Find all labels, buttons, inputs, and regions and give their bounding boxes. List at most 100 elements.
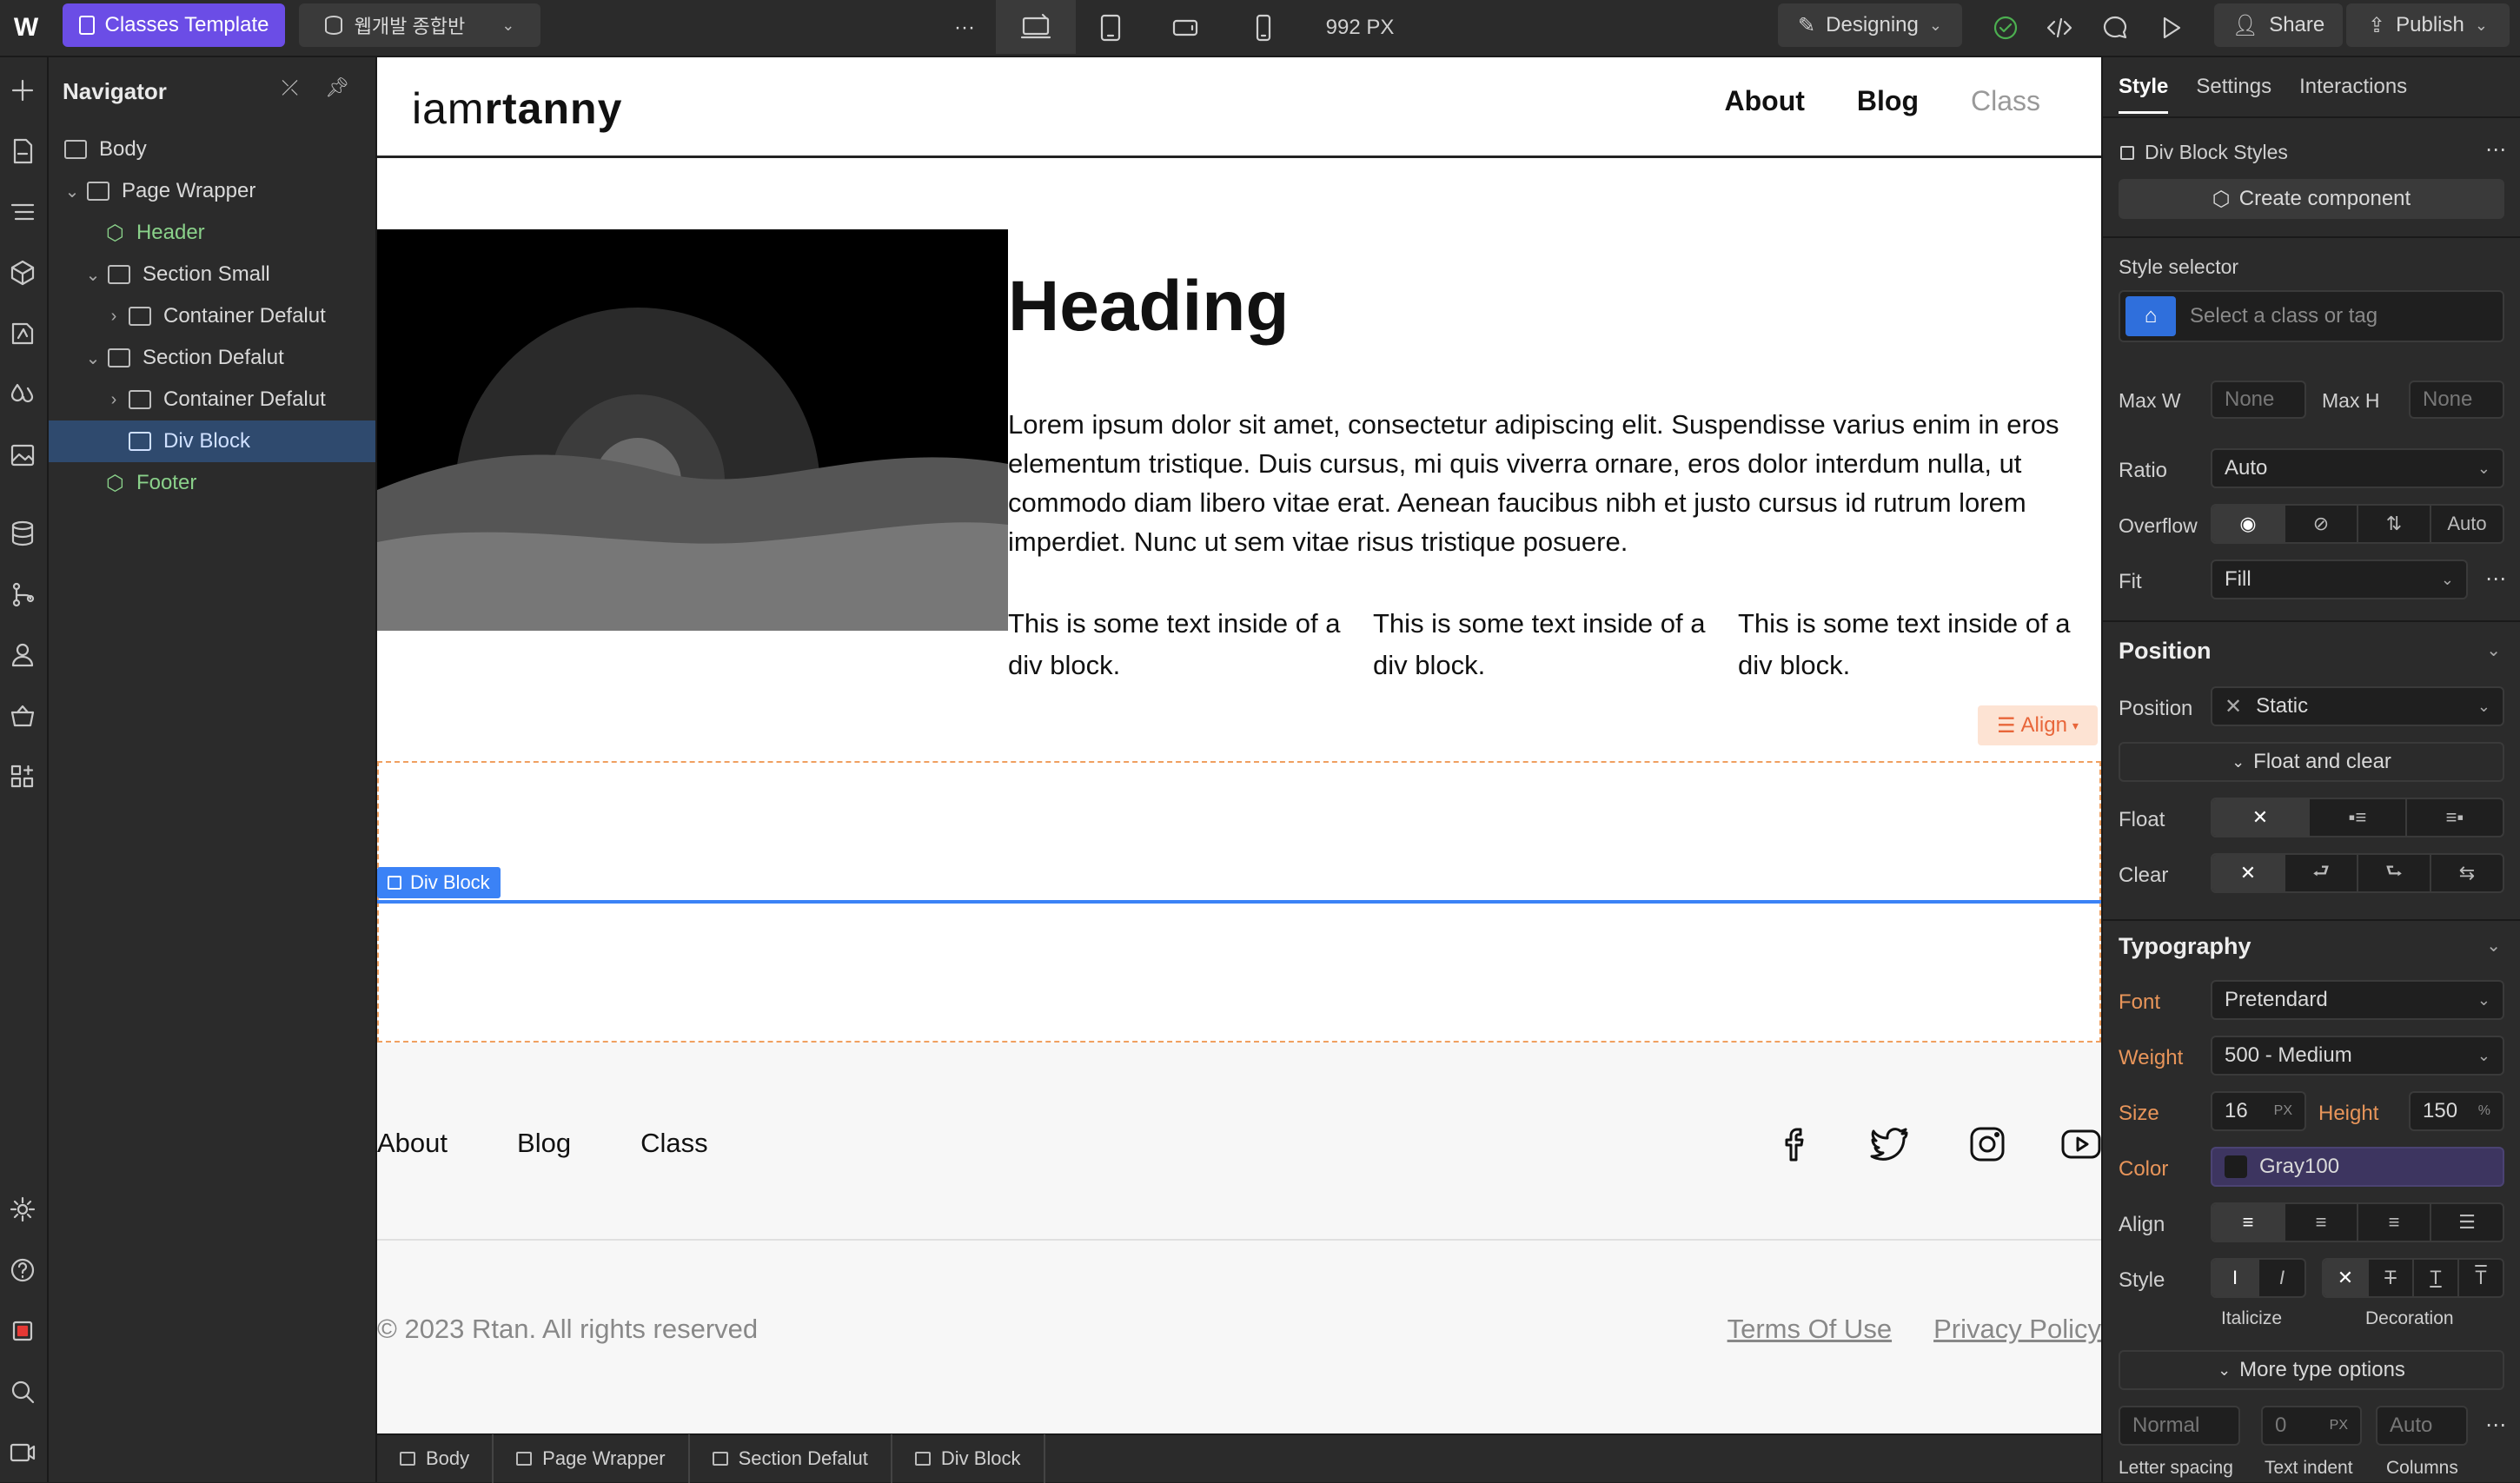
components-icon[interactable] [3,254,42,292]
chevron-down-icon[interactable]: ⌄ [2486,935,2501,957]
site-logo[interactable]: iamrtanny [412,83,622,134]
youtube-icon[interactable] [2059,1122,2101,1166]
position-section-title[interactable]: Position [2119,638,2212,665]
align-right-icon[interactable]: ≡ [2358,1204,2431,1241]
max-h-input[interactable]: None [2409,381,2504,419]
more-options-icon[interactable]: ⋯ [2485,1413,2506,1438]
breadcrumb-div-block[interactable]: Div Block [892,1434,1045,1483]
breadcrumb-page-wrapper[interactable]: Page Wrapper [494,1434,690,1483]
strikethrough-icon[interactable]: T [2369,1260,2414,1296]
desktop-breakpoint-icon[interactable] [996,0,1076,54]
footer-link-class[interactable]: Class [640,1128,708,1159]
typography-section-title[interactable]: Typography [2119,933,2251,960]
audit-stop-icon[interactable] [3,1312,42,1350]
nav-link-blog[interactable]: Blog [1857,85,1919,117]
settings-gear-icon[interactable] [3,1190,42,1228]
styles-icon[interactable] [3,314,42,353]
line-height-input[interactable]: 150% [2409,1091,2504,1131]
video-tutorial-icon[interactable] [3,1433,42,1472]
footer-link-about[interactable]: About [377,1128,448,1159]
tab-settings[interactable]: Settings [2196,75,2271,114]
nav-item-footer[interactable]: ⬡ Footer [49,462,375,504]
align-justify-icon[interactable]: ☰ [2431,1204,2503,1241]
comment-icon[interactable] [2096,10,2134,45]
twitter-icon[interactable] [1868,1122,1912,1166]
style-selector-input[interactable]: ⌂ Select a class or tag [2119,290,2504,342]
overline-icon[interactable]: T [2459,1260,2503,1296]
tab-style[interactable]: Style [2119,75,2169,114]
ratio-select[interactable]: Auto ⌄ [2211,448,2504,488]
close-icon[interactable]: ⤫ [282,76,298,101]
site-header[interactable]: iamrtanny About Blog Class [377,57,2101,158]
mode-select[interactable]: ✎ Designing ⌄ [1778,3,1962,47]
more-options-icon[interactable]: ⋯ [2485,566,2506,592]
footer-link-blog[interactable]: Blog [517,1128,571,1159]
nav-item-section-defalut[interactable]: ⌄ Section Defalut [49,337,375,379]
pin-icon[interactable]: 📌︎ [325,76,349,99]
nav-item-container-defalut[interactable]: › Container Defalut [49,295,375,337]
columns-input[interactable]: Auto [2376,1406,2468,1446]
chevron-down-icon[interactable]: ⌄ [2486,639,2501,661]
float-none-icon[interactable]: ✕ [2212,799,2310,836]
code-icon[interactable] [2040,10,2079,45]
letter-spacing-input[interactable]: Normal [2119,1406,2240,1446]
italic-on-icon[interactable]: I [2259,1260,2304,1296]
assets-icon[interactable] [3,436,42,474]
font-select[interactable]: Pretendard ⌄ [2211,980,2504,1020]
cms-icon[interactable] [3,514,42,553]
site-footer[interactable] [377,1043,2101,1433]
nav-item-section-small[interactable]: ⌄ Section Small [49,254,375,295]
terms-link[interactable]: Terms Of Use [1728,1314,1892,1345]
instagram-icon[interactable] [1966,1122,2009,1166]
nav-item-container-defalut-2[interactable]: › Container Defalut [49,379,375,420]
nav-item-page-wrapper[interactable]: ⌄ Page Wrapper [49,170,375,212]
overflow-auto-option[interactable]: Auto [2431,506,2503,542]
clear-both-icon[interactable]: ⇆ [2431,855,2503,891]
clear-right-icon[interactable]: ⮑ [2358,855,2431,891]
webflow-logo[interactable]: W [9,12,43,43]
project-select[interactable]: 웹개발 종합반 ⌄ [299,3,540,47]
max-w-input[interactable]: None [2211,381,2306,419]
more-options-icon[interactable]: ⋯ [2485,137,2506,162]
align-button[interactable]: ☰ Align ▾ [1978,705,2098,745]
privacy-link[interactable]: Privacy Policy [1933,1314,2101,1345]
facebook-icon[interactable] [1774,1122,1818,1166]
hero-heading[interactable]: Heading [1008,266,1289,348]
fit-select[interactable]: Fill ⌄ [2211,559,2468,599]
chevron-down-icon[interactable]: ⌄ [83,348,103,369]
navigator-icon[interactable] [3,193,42,231]
design-canvas[interactable]: iamrtanny About Blog Class Heading Lorem… [377,57,2101,1433]
hero-paragraph[interactable]: Lorem ipsum dolor sit amet, consectetur … [1008,405,2086,561]
add-elements-icon[interactable] [3,71,42,109]
users-icon[interactable] [3,636,42,674]
text-indent-input[interactable]: 0 PX [2261,1406,2362,1446]
chevron-down-icon[interactable]: ⌄ [83,264,103,286]
hero-image-placeholder[interactable] [377,229,1008,631]
nav-item-div-block[interactable]: Div Block [49,420,375,462]
float-clear-toggle[interactable]: ⌄ Float and clear [2119,742,2504,782]
selected-div-block[interactable] [377,900,2101,904]
nav-link-about[interactable]: About [1724,85,1804,117]
underline-icon[interactable]: T [2414,1260,2459,1296]
template-button[interactable]: Classes Template [63,3,285,47]
align-center-icon[interactable]: ≡ [2285,1204,2358,1241]
scroll-icon[interactable]: ⇅ [2358,506,2431,542]
ecommerce-icon[interactable] [3,697,42,735]
tab-interactions[interactable]: Interactions [2299,75,2407,114]
position-select[interactable]: ✕ Static ⌄ [2211,686,2504,726]
publish-button[interactable]: ⇪ Publish ⌄ [2346,3,2510,47]
clear-none-icon[interactable]: ✕ [2212,855,2285,891]
check-status-icon[interactable] [1986,10,2025,45]
align-left-icon[interactable]: ≡ [2212,1204,2285,1241]
mobile-landscape-icon[interactable] [1166,10,1204,45]
eye-hidden-icon[interactable]: ⊘ [2285,506,2358,542]
search-icon[interactable] [3,1373,42,1411]
mobile-portrait-icon[interactable] [1244,10,1283,45]
color-picker[interactable]: Gray100 [2211,1147,2504,1187]
preview-play-icon[interactable] [2152,10,2190,45]
pages-icon[interactable] [3,132,42,170]
breadcrumb-section-defalut[interactable]: Section Defalut [690,1434,892,1483]
nav-item-header[interactable]: ⬡ Header [49,212,375,254]
more-type-options-button[interactable]: ⌄ More type options [2119,1350,2504,1390]
chevron-down-icon[interactable]: ⌄ [63,181,82,202]
